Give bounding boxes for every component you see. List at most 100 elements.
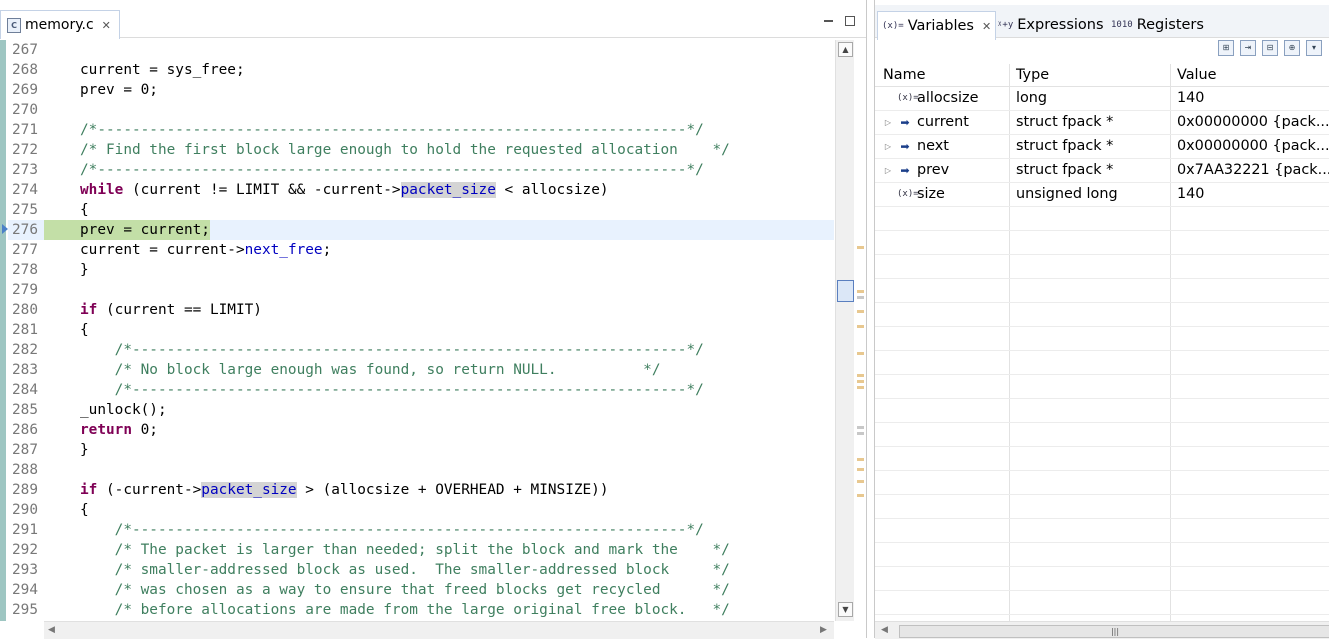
code-line[interactable]: 274 while (current != LIMIT && -current->… bbox=[8, 180, 834, 200]
editor-scroll-thumb[interactable] bbox=[837, 280, 854, 302]
view-menu-icon[interactable]: ▾ bbox=[1306, 40, 1322, 56]
variable-name: prev bbox=[917, 162, 950, 178]
minimize-icon[interactable] bbox=[824, 20, 833, 22]
tab-expressions[interactable]: ᵡ+y Expressions bbox=[993, 12, 1108, 38]
code-line[interactable]: 282 /*----------------------------------… bbox=[8, 340, 834, 360]
line-number: 290 bbox=[12, 502, 38, 518]
variable-value-cell[interactable]: 0x00000000 {pack... bbox=[1171, 135, 1329, 158]
editor-tab-memory-c[interactable]: C memory.c ✕ bbox=[0, 10, 120, 39]
code-line[interactable]: 286 return 0; bbox=[8, 420, 834, 440]
variables-horizontal-scrollbar[interactable]: ◀ ||| bbox=[875, 621, 1329, 639]
code-line[interactable]: 284 /*----------------------------------… bbox=[8, 380, 834, 400]
tab-registers[interactable]: 1010 Registers bbox=[1107, 12, 1208, 38]
overview-marker[interactable] bbox=[857, 432, 864, 435]
code-line[interactable]: 294 /* was chosen as a way to ensure tha… bbox=[8, 580, 834, 600]
scroll-left-icon[interactable]: ◀ bbox=[48, 625, 55, 635]
column-header-type[interactable]: Type bbox=[1010, 64, 1171, 86]
variable-value-cell[interactable]: 0x00000000 {pack... bbox=[1171, 111, 1329, 134]
code-line[interactable]: 280 if (current == LIMIT) bbox=[8, 300, 834, 320]
code-line[interactable]: 273 /*-----------------------------------… bbox=[8, 160, 834, 180]
editor-horizontal-scrollbar[interactable]: ◀ ▶ bbox=[44, 621, 834, 639]
code-line[interactable]: 295 /* before allocations are made from … bbox=[8, 600, 834, 620]
overview-marker[interactable] bbox=[857, 296, 864, 299]
maximize-icon[interactable] bbox=[845, 16, 855, 26]
overview-marker[interactable] bbox=[857, 374, 864, 377]
variable-value-cell[interactable]: 140 bbox=[1171, 183, 1329, 206]
variable-row-current[interactable]: ▷ ➡ current struct fpack * 0x00000000 {pack.… bbox=[875, 111, 1329, 135]
code-line[interactable]: 290 { bbox=[8, 500, 834, 520]
tab-variables[interactable]: (x)= Variables ✕ bbox=[877, 11, 997, 40]
variable-row-prev[interactable]: ▷ ➡ prev struct fpack * 0x7AA32221 {pack... bbox=[875, 159, 1329, 183]
code-line[interactable]: 285 _unlock(); bbox=[8, 400, 834, 420]
expand-arrow-icon[interactable]: ▷ bbox=[883, 111, 893, 134]
close-icon[interactable]: ✕ bbox=[102, 19, 111, 32]
show-logical-structure-icon[interactable]: ⇥ bbox=[1240, 40, 1256, 56]
variable-row-allocsize[interactable]: (x)= allocsize long 140 bbox=[875, 87, 1329, 111]
expand-arrow-icon[interactable]: ▷ bbox=[883, 135, 893, 158]
scroll-up-icon[interactable]: ▲ bbox=[838, 42, 853, 57]
overview-marker[interactable] bbox=[857, 468, 864, 471]
scroll-right-icon[interactable]: ▶ bbox=[820, 625, 827, 635]
overview-marker[interactable] bbox=[857, 494, 864, 497]
table-header: Name Type Value bbox=[875, 64, 1329, 87]
code-line[interactable]: 272 /* Find the first block large enough … bbox=[8, 140, 834, 160]
empty-cell bbox=[875, 279, 1010, 302]
code-line[interactable]: 289 if (-current->packet_size > (allocsiz… bbox=[8, 480, 834, 500]
overview-ruler[interactable] bbox=[855, 40, 865, 621]
overview-marker[interactable] bbox=[857, 290, 864, 293]
current-instruction-line[interactable]: 276 prev = current; bbox=[2, 220, 834, 240]
code-line[interactable]: 275 { bbox=[8, 200, 834, 220]
overview-marker[interactable] bbox=[857, 325, 864, 328]
variable-name-wrapper: ▷ ➡ next bbox=[883, 135, 949, 158]
tab-expressions-label: Expressions bbox=[1017, 17, 1104, 33]
code-line[interactable]: 267 bbox=[8, 40, 834, 60]
code-line[interactable]: 268 current = sys_free; bbox=[8, 60, 834, 80]
scroll-down-icon[interactable]: ▼ bbox=[838, 602, 853, 617]
code-line[interactable]: 270 bbox=[8, 100, 834, 120]
code-line[interactable]: 269 prev = 0; bbox=[8, 80, 834, 100]
overview-marker[interactable] bbox=[857, 480, 864, 483]
empty-cell bbox=[1010, 543, 1171, 566]
overview-marker[interactable] bbox=[857, 352, 864, 355]
add-global-variables-icon[interactable]: ⊕ bbox=[1284, 40, 1300, 56]
variable-row-next[interactable]: ▷ ➡ next struct fpack * 0x00000000 {pack... bbox=[875, 135, 1329, 159]
code-editor[interactable]: 267 268 current = sys_free; 269 prev = 0; 270… bbox=[0, 40, 834, 621]
scroll-left-icon[interactable]: ◀ bbox=[881, 625, 888, 635]
code-line[interactable]: 292 /* The packet is larger than needed;… bbox=[8, 540, 834, 560]
code-line[interactable]: 279 bbox=[8, 280, 834, 300]
code-line[interactable]: 278} bbox=[8, 260, 834, 280]
overview-marker[interactable] bbox=[857, 310, 864, 313]
variable-type: struct fpack * bbox=[1016, 162, 1114, 178]
show-type-names-icon[interactable]: ⊞ bbox=[1218, 40, 1234, 56]
overview-marker[interactable] bbox=[857, 246, 864, 249]
variables-scroll-thumb[interactable]: ||| bbox=[899, 625, 1329, 638]
code-text: } bbox=[80, 262, 89, 278]
variables-table: Name Type Value (x)= allocsize long 140 ▷ ➡ cu… bbox=[875, 64, 1329, 639]
code-line[interactable]: 288 bbox=[8, 460, 834, 480]
overview-marker[interactable] bbox=[857, 386, 864, 389]
column-header-name[interactable]: Name bbox=[875, 64, 1010, 86]
empty-table-row bbox=[875, 447, 1329, 471]
overview-marker[interactable] bbox=[857, 458, 864, 461]
code-line[interactable]: 287} bbox=[8, 440, 834, 460]
editor-vertical-scrollbar[interactable]: ▲ ▼ bbox=[835, 40, 854, 621]
variable-value-cell[interactable]: 140 bbox=[1171, 87, 1329, 110]
code-line[interactable]: 281 { bbox=[8, 320, 834, 340]
line-number: 271 bbox=[12, 122, 38, 138]
code-line[interactable]: 271 /*-----------------------------------… bbox=[8, 120, 834, 140]
overview-marker[interactable] bbox=[857, 380, 864, 383]
code-line[interactable]: 283 /* No block large enough was found, … bbox=[8, 360, 834, 380]
variable-name-cell: (x)= allocsize bbox=[875, 87, 1010, 110]
editor-window-controls bbox=[824, 12, 855, 26]
expand-arrow-icon[interactable]: ▷ bbox=[883, 159, 893, 182]
code-line[interactable]: 277 current = current->next_free; bbox=[8, 240, 834, 260]
collapse-all-icon[interactable]: ⊟ bbox=[1262, 40, 1278, 56]
variable-row-size[interactable]: (x)= size unsigned long 140 bbox=[875, 183, 1329, 207]
close-icon[interactable]: ✕ bbox=[982, 20, 991, 33]
line-number: 268 bbox=[12, 62, 38, 78]
overview-marker[interactable] bbox=[857, 426, 864, 429]
code-line[interactable]: 293 /* smaller-addressed block as used. … bbox=[8, 560, 834, 580]
code-line[interactable]: 291 /*----------------------------------… bbox=[8, 520, 834, 540]
column-header-value[interactable]: Value bbox=[1171, 64, 1329, 86]
variable-value-cell[interactable]: 0x7AA32221 {pack... bbox=[1171, 159, 1329, 182]
